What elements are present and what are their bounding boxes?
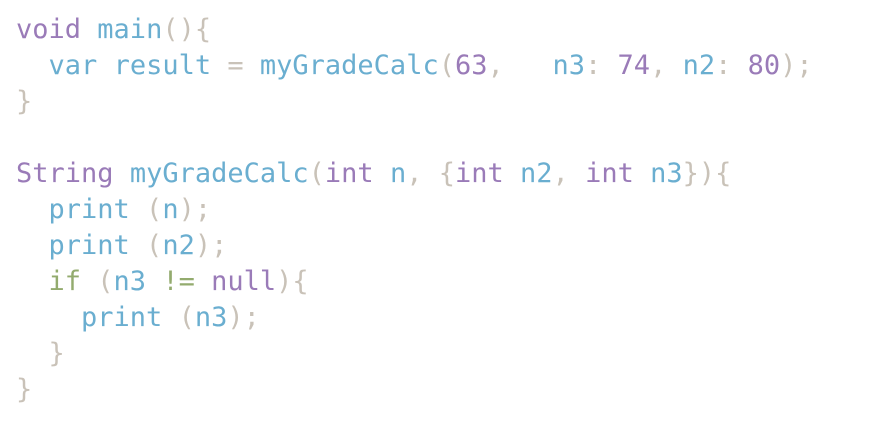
code-token-control: if xyxy=(48,266,82,297)
code-token-punctuation: ); xyxy=(194,230,228,261)
code-line: print (n); xyxy=(16,192,813,228)
code-token-punctuation: } xyxy=(16,374,33,405)
code-token-identifier: result xyxy=(113,50,212,81)
code-token-punctuation: ); xyxy=(780,50,813,81)
code-token-identifier: myGradeCalc xyxy=(129,158,309,189)
code-token-keyword: String xyxy=(16,158,114,189)
code-token-identifier: n2 xyxy=(162,230,195,261)
code-token-identifier: n3 xyxy=(650,158,683,189)
code-line: } xyxy=(16,372,813,408)
code-token-punctuation: } xyxy=(16,86,33,117)
code-token-identifier: n3 xyxy=(113,266,147,297)
code-token-identifier: print xyxy=(48,194,130,225)
code-line: } xyxy=(16,84,813,120)
code-line: var result = myGradeCalc(63, n3: 74, n2:… xyxy=(16,48,813,84)
code-token-punctuation: ( xyxy=(308,158,325,189)
code-token-keyword: int xyxy=(585,158,634,189)
code-token-punctuation: ( xyxy=(162,302,195,333)
code-token-punctuation: , { xyxy=(406,158,455,189)
code-token-punctuation: , xyxy=(552,158,586,189)
code-token-identifier: n xyxy=(162,194,179,225)
code-token-identifier: print xyxy=(48,230,130,261)
code-token-punctuation: ( xyxy=(438,50,455,81)
code-token-identifier: main xyxy=(97,14,163,45)
code-token-number: 74 xyxy=(617,50,651,81)
code-token-identifier: n3 xyxy=(194,302,228,333)
code-token-identifier: myGradeCalc xyxy=(259,50,439,81)
code-token-punctuation: , xyxy=(650,50,683,81)
code-token-control: != xyxy=(162,266,195,297)
code-line: } xyxy=(16,336,813,372)
code-line: print (n2); xyxy=(16,228,813,264)
code-line: String myGradeCalc(int n, {int n2, int n… xyxy=(16,156,813,192)
code-token-keyword: null xyxy=(211,266,277,297)
code-token-punctuation: ); xyxy=(178,194,212,225)
code-token-punctuation: : xyxy=(585,50,618,81)
code-token-identifier: n2 xyxy=(682,50,716,81)
code-token-punctuation: ( xyxy=(129,194,163,225)
code-token-punctuation: (){ xyxy=(162,14,212,45)
code-token-punctuation: ){ xyxy=(276,266,309,297)
code-token-number: 63 xyxy=(454,50,488,81)
code-token-punctuation: ( xyxy=(129,230,163,261)
code-token-identifier: print xyxy=(81,302,163,333)
code-token-keyword: int xyxy=(324,158,374,189)
code-token-punctuation: ); xyxy=(227,302,260,333)
code-token-identifier: n xyxy=(389,158,407,189)
code-token-punctuation: } xyxy=(48,338,65,369)
code-token-punctuation: : xyxy=(715,50,748,81)
code-token-identifier: var xyxy=(48,50,98,81)
code-token-punctuation: , xyxy=(487,50,553,81)
code-token-punctuation: = xyxy=(211,50,260,81)
code-token-identifier: n3 xyxy=(552,50,586,81)
code-token-number: 80 xyxy=(747,50,781,81)
code-token-punctuation: ( xyxy=(81,266,114,297)
code-token-keyword: int xyxy=(454,158,504,189)
code-token-punctuation: }){ xyxy=(682,158,732,189)
code-line: print (n3); xyxy=(16,300,813,336)
code-line: if (n3 != null){ xyxy=(16,264,813,300)
code-token-keyword: void xyxy=(16,14,82,45)
code-line: void main(){ xyxy=(16,12,813,48)
code-editor[interactable]: void main(){ var result = myGradeCalc(63… xyxy=(16,12,813,408)
code-token-identifier: n2 xyxy=(520,158,553,189)
